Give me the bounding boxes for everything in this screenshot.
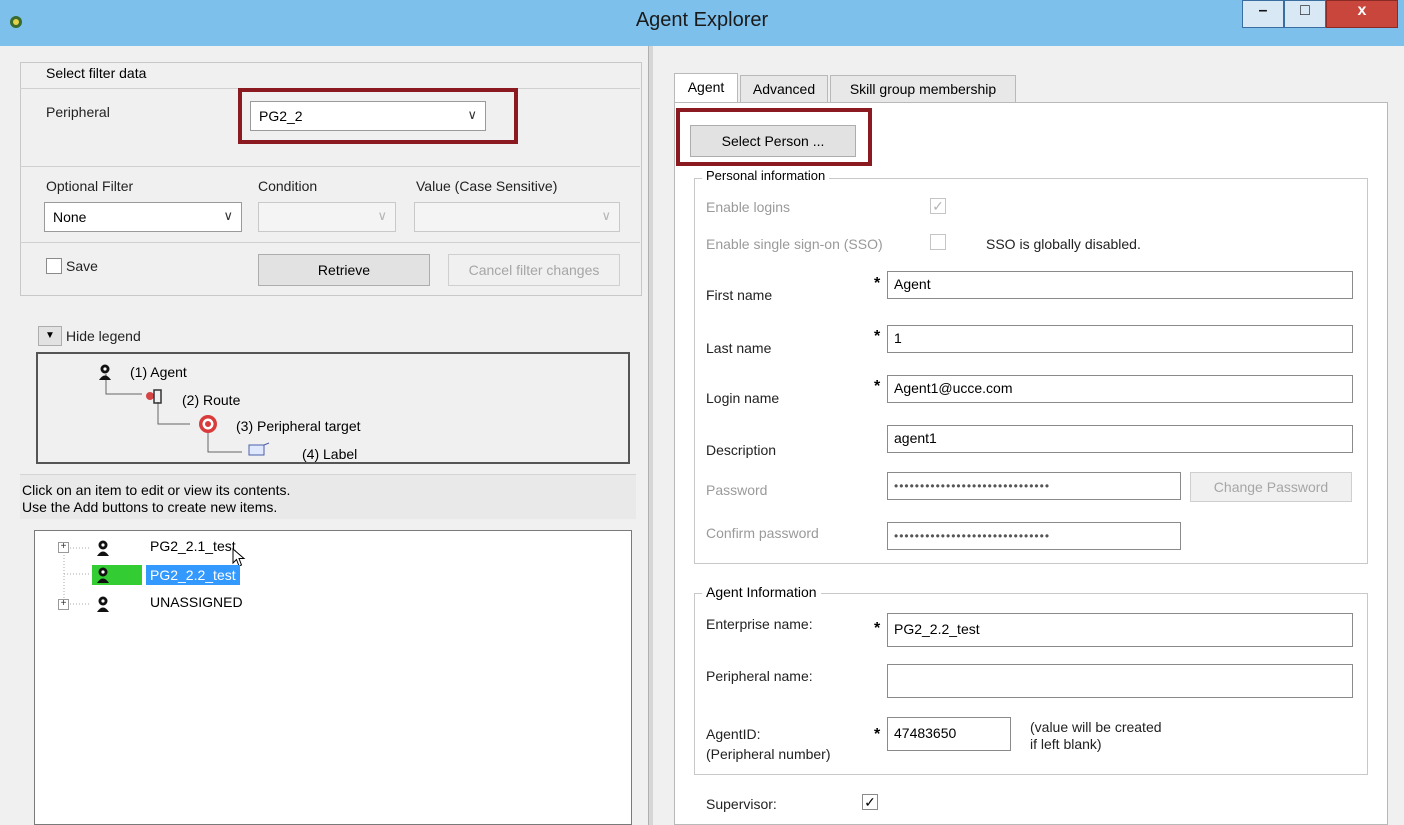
divider xyxy=(20,166,640,167)
required-mark: * xyxy=(874,328,881,345)
window-title: Agent Explorer xyxy=(635,9,769,31)
tree-item-unassigned[interactable]: UNASSIGNED xyxy=(150,594,243,610)
password-label: Password xyxy=(706,482,768,498)
filter-group-title: Select filter data xyxy=(46,65,147,81)
required-mark: * xyxy=(874,378,881,395)
expand-icon[interactable]: + xyxy=(58,542,69,553)
description-label: Description xyxy=(706,442,777,458)
required-mark: * xyxy=(874,620,881,637)
agent-id-label: AgentID: xyxy=(706,726,761,742)
enable-logins-checkbox[interactable]: ✓ xyxy=(930,198,946,214)
tab-skill-group-membership[interactable]: Skill group membership xyxy=(830,75,1016,103)
confirm-password-label: Confirm password xyxy=(706,525,819,541)
legend-item-label: (4) Label xyxy=(302,446,358,462)
chevron-down-icon: ∨ xyxy=(601,208,611,223)
condition-select[interactable]: ∨ xyxy=(258,202,396,232)
divider xyxy=(20,242,640,243)
chevron-down-icon: ∨ xyxy=(223,208,233,223)
required-mark: * xyxy=(874,275,881,292)
legend-item-peripheral-target: (3) Peripheral target xyxy=(236,418,361,434)
tab-agent[interactable]: Agent xyxy=(674,73,738,103)
supervisor-checkbox[interactable]: ✓ xyxy=(862,794,878,810)
close-button[interactable]: x xyxy=(1326,0,1398,28)
peripheral-label: Peripheral xyxy=(46,104,110,120)
sso-label: Enable single sign-on (SSO) xyxy=(706,236,883,252)
minimize-button[interactable]: – xyxy=(1242,0,1284,28)
personal-info-title: Personal information xyxy=(702,168,830,183)
agent-icon xyxy=(97,567,109,583)
info-line-2: Use the Add buttons to create new items. xyxy=(22,499,278,515)
description-field[interactable]: agent1 xyxy=(887,425,1353,453)
agent-id-note-2: if left blank) xyxy=(1030,736,1102,752)
last-name-field[interactable]: 1 xyxy=(887,325,1353,353)
peripheral-select[interactable]: PG2_2 ∨ xyxy=(250,101,486,131)
select-person-button[interactable]: Select Person ... xyxy=(690,125,856,157)
optional-filter-label: Optional Filter xyxy=(46,178,134,194)
last-name-label: Last name xyxy=(706,340,772,356)
required-mark: * xyxy=(874,726,881,743)
agent-icon xyxy=(97,596,109,612)
legend-item-route: (2) Route xyxy=(182,392,241,408)
chevron-down-icon: ∨ xyxy=(377,208,387,223)
route-icon xyxy=(146,389,162,404)
agent-info-title: Agent Information xyxy=(702,584,821,600)
value-select[interactable]: ∨ xyxy=(414,202,620,232)
label-icon xyxy=(248,442,270,456)
tab-advanced[interactable]: Advanced xyxy=(740,75,828,103)
save-label: Save xyxy=(66,258,98,274)
login-name-field[interactable]: Agent1@ucce.com xyxy=(887,375,1353,403)
optional-filter-value: None xyxy=(53,209,87,225)
legend-item-agent: (1) Agent xyxy=(130,364,187,380)
info-line-1: Click on an item to edit or view its con… xyxy=(22,482,291,498)
agent-id-sublabel: (Peripheral number) xyxy=(706,746,831,762)
condition-label: Condition xyxy=(258,178,318,194)
agent-icon xyxy=(99,364,111,380)
sso-note: SSO is globally disabled. xyxy=(986,236,1141,252)
supervisor-label: Supervisor: xyxy=(706,796,777,812)
sso-checkbox[interactable] xyxy=(930,234,946,250)
change-password-button[interactable]: Change Password xyxy=(1190,472,1352,502)
peripheral-target-icon xyxy=(199,415,217,433)
confirm-password-field[interactable]: •••••••••••••••••••••••••••••• xyxy=(887,522,1181,550)
peripheral-value: PG2_2 xyxy=(259,108,303,124)
peripheral-name-field[interactable] xyxy=(887,664,1353,698)
peripheral-name-label: Peripheral name: xyxy=(706,668,813,684)
enable-logins-label: Enable logins xyxy=(706,199,791,215)
expand-icon[interactable]: + xyxy=(58,599,69,610)
password-field[interactable]: •••••••••••••••••••••••••••••• xyxy=(887,472,1181,500)
maximize-button[interactable]: □ xyxy=(1284,0,1326,28)
enterprise-name-label: Enterprise name: xyxy=(706,616,813,632)
retrieve-button[interactable]: Retrieve xyxy=(258,254,430,286)
save-checkbox[interactable] xyxy=(46,258,62,274)
value-label: Value (Case Sensitive) xyxy=(416,178,558,194)
agent-id-field[interactable]: 47483650 xyxy=(887,717,1011,751)
tree-item-pg2-2-2[interactable]: PG2_2.2_test xyxy=(146,565,240,585)
enterprise-name-field[interactable]: PG2_2.2_test xyxy=(887,613,1353,647)
splitter[interactable] xyxy=(648,46,653,825)
first-name-field[interactable]: Agent xyxy=(887,271,1353,299)
agent-icon xyxy=(97,540,109,556)
login-name-label: Login name xyxy=(706,390,780,406)
cancel-filter-button[interactable]: Cancel filter changes xyxy=(448,254,620,286)
agent-id-note-1: (value will be created xyxy=(1030,719,1162,735)
hide-legend-toggle[interactable]: ▼ xyxy=(38,326,62,346)
tree-item-pg2-2-1[interactable]: PG2_2.1_test xyxy=(150,538,236,554)
first-name-label: First name xyxy=(706,287,773,303)
hide-legend-label: Hide legend xyxy=(66,328,141,344)
optional-filter-select[interactable]: None ∨ xyxy=(44,202,242,232)
chevron-down-icon: ∨ xyxy=(467,107,477,122)
